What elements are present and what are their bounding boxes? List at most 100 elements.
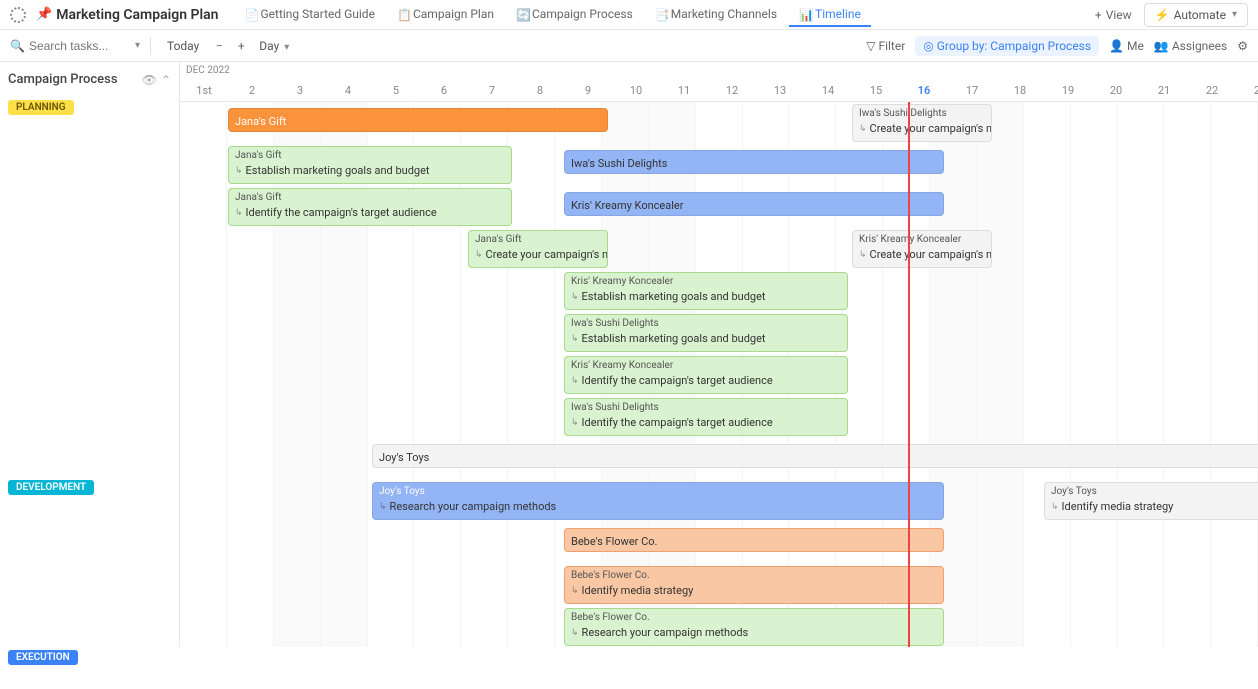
timeline-day[interactable]: 21 <box>1140 84 1188 101</box>
timeline-bar[interactable]: Iwa's Sushi Delights <box>564 150 944 174</box>
scale-selector[interactable]: Day ▾ <box>255 37 293 55</box>
sidebar: Campaign Process 👁 ⌃ PLANNINGDEVELOPMENT… <box>0 62 180 647</box>
settings-button[interactable]: ⚙ <box>1237 39 1248 53</box>
timeline-day[interactable]: 16 <box>900 84 948 101</box>
page-title-text: Marketing Campaign Plan <box>56 7 218 23</box>
timeline-bar[interactable]: Bebe's Flower Co.↳Research your campaign… <box>564 608 944 646</box>
bar-project: Joy's Toys <box>1051 486 1258 498</box>
person-icon: 👤 <box>1109 39 1124 53</box>
timeline-day[interactable]: 12 <box>708 84 756 101</box>
subtask-icon: ↳ <box>571 628 579 638</box>
timeline-body[interactable]: Jana's GiftIwa's Sushi Delights↳Create y… <box>180 102 1258 647</box>
timeline-day[interactable]: 5 <box>372 84 420 101</box>
timeline-bar[interactable]: Kris' Kreamy Koncealer↳Create your campa… <box>852 230 992 268</box>
prev-button[interactable]: − <box>211 39 227 53</box>
timeline-bar[interactable]: Jana's Gift <box>228 108 608 132</box>
people-icon: 👥 <box>1154 39 1169 53</box>
timeline-day[interactable]: 18 <box>996 84 1044 101</box>
timeline-bar[interactable]: Joy's Toys ↳Identify media strategy <box>1044 482 1258 520</box>
timeline-day[interactable]: 11 <box>660 84 708 101</box>
bar-task: ↳Create your campaign's m… <box>475 248 601 261</box>
timeline-bar[interactable]: Iwa's Sushi Delights↳Create your campaig… <box>852 104 992 142</box>
subtask-icon: ↳ <box>235 166 243 176</box>
assignees-button[interactable]: 👥 Assignees <box>1154 39 1227 53</box>
timeline-day[interactable]: 19 <box>1044 84 1092 101</box>
bar-task: ↳Research your campaign methods <box>379 500 937 513</box>
timeline-bar[interactable]: Kris' Kreamy Koncealer↳Identify the camp… <box>564 356 848 394</box>
bar-project: Kris' Kreamy Koncealer <box>571 276 841 288</box>
timeline-day[interactable]: 10 <box>612 84 660 101</box>
timeline-day[interactable]: 13 <box>756 84 804 101</box>
app-icon[interactable] <box>10 7 26 23</box>
tab-icon: 📑 <box>655 8 667 20</box>
group-by-button[interactable]: ◎ Group by: Campaign Process <box>915 36 1099 56</box>
stage-label[interactable]: DEVELOPMENT <box>8 480 94 495</box>
tab-icon: 🔄 <box>516 8 528 20</box>
bar-task: Jana's Gift <box>235 115 286 128</box>
today-line <box>908 102 910 647</box>
timeline-bar[interactable]: Joy's Toys↳Research your campaign method… <box>372 482 944 520</box>
timeline-bar[interactable]: Jana's Gift↳Establish marketing goals an… <box>228 146 512 184</box>
add-view-button[interactable]: + View <box>1087 4 1140 26</box>
timeline-day[interactable]: 6 <box>420 84 468 101</box>
search-input[interactable] <box>29 39 129 53</box>
timeline-bar[interactable]: Iwa's Sushi Delights↳Establish marketing… <box>564 314 848 352</box>
timeline-day[interactable]: 7 <box>468 84 516 101</box>
timeline-month: DEC 2022 <box>180 62 1258 79</box>
collapse-icon[interactable]: ⌃ <box>161 73 171 87</box>
next-button[interactable]: + <box>233 39 249 53</box>
bar-project: Jana's Gift <box>235 192 505 204</box>
timeline-day[interactable]: 17 <box>948 84 996 101</box>
timeline-bar[interactable]: Iwa's Sushi Delights↳Identify the campai… <box>564 398 848 436</box>
tab-label: Campaign Process <box>532 7 633 21</box>
subtask-icon: ↳ <box>571 586 579 596</box>
bar-task: Iwa's Sushi Delights <box>571 157 667 170</box>
bar-project: Iwa's Sushi Delights <box>571 318 841 330</box>
tab-marketing-channels[interactable]: 📑Marketing Channels <box>645 3 787 27</box>
tab-timeline[interactable]: 📊Timeline <box>789 3 871 27</box>
timeline-day[interactable]: 23 <box>1236 84 1258 101</box>
timeline-day[interactable]: 1st <box>180 84 228 101</box>
eye-icon[interactable]: 👁 <box>142 73 157 87</box>
timeline-bar[interactable]: Jana's Gift↳Identify the campaign's targ… <box>228 188 512 226</box>
timeline-bar[interactable]: Joy's Toys <box>372 444 1258 468</box>
automate-button[interactable]: ⚡ Automate ▾ <box>1144 3 1248 27</box>
search-box[interactable]: 🔍 ▾ <box>10 39 140 53</box>
stage-label[interactable]: EXECUTION <box>8 650 78 665</box>
timeline-day[interactable]: 9 <box>564 84 612 101</box>
subtask-icon: ↳ <box>571 376 579 386</box>
tab-getting-started-guide[interactable]: 📄Getting Started Guide <box>234 3 384 27</box>
filter-button[interactable]: ▽ Filter <box>866 39 905 53</box>
timeline-day[interactable]: 22 <box>1188 84 1236 101</box>
timeline-day[interactable]: 4 <box>324 84 372 101</box>
timeline-bar[interactable]: Bebe's Flower Co. <box>564 528 944 552</box>
timeline-bar[interactable]: Bebe's Flower Co.↳Identify media strateg… <box>564 566 944 604</box>
timeline-day[interactable]: 2 <box>228 84 276 101</box>
today-button[interactable]: Today <box>161 37 205 55</box>
me-button[interactable]: 👤 Me <box>1109 39 1144 53</box>
page-title[interactable]: 📌 Marketing Campaign Plan <box>36 7 218 23</box>
timeline-day[interactable]: 8 <box>516 84 564 101</box>
timeline-day[interactable]: 15 <box>852 84 900 101</box>
bar-task: ↳Research your campaign methods <box>571 626 937 639</box>
bar-task: ↳Identify media strategy <box>1051 500 1258 513</box>
tab-icon: 📋 <box>397 8 409 20</box>
bar-project: Bebe's Flower Co. <box>571 570 937 582</box>
stage-label[interactable]: PLANNING <box>8 100 74 115</box>
chevron-down-icon[interactable]: ▾ <box>135 40 140 51</box>
timeline-bar[interactable]: Jana's Gift↳Create your campaign's m… <box>468 230 608 268</box>
timeline-day[interactable]: 20 <box>1092 84 1140 101</box>
timeline-bar[interactable]: Kris' Kreamy Koncealer↳Establish marketi… <box>564 272 848 310</box>
scale-label: Day <box>259 39 279 53</box>
bar-task: ↳Identify the campaign's target audience <box>571 416 841 429</box>
tab-campaign-process[interactable]: 🔄 Campaign Process <box>506 3 643 27</box>
tab-campaign-plan[interactable]: 📋Campaign Plan <box>387 3 504 27</box>
bar-task: ↳Create your campaign's m… <box>859 122 985 135</box>
timeline-day[interactable]: 14 <box>804 84 852 101</box>
timeline-day[interactable]: 3 <box>276 84 324 101</box>
timeline-bar[interactable]: Kris' Kreamy Koncealer <box>564 192 944 216</box>
bar-task: ↳Create your campaign's m… <box>859 248 985 261</box>
tab-icon: 📊 <box>799 8 811 20</box>
bar-task: Kris' Kreamy Koncealer <box>571 199 683 212</box>
group-label: Group by: Campaign Process <box>937 39 1091 53</box>
